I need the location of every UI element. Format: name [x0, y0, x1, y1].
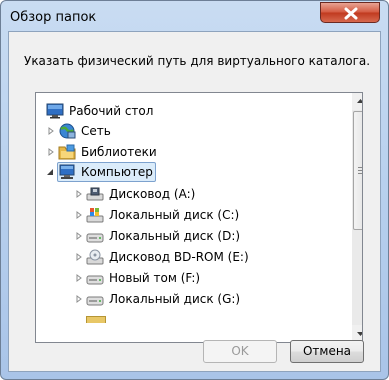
expand-arrow-icon[interactable] [75, 211, 83, 219]
tree-item-drive-c[interactable]: Локальный диск (C:) [36, 204, 352, 226]
tree-item-drive-a[interactable]: Дисковод (A:) [36, 183, 352, 205]
tree-item-computer[interactable]: Компьютер [36, 161, 352, 183]
expand-arrow-icon[interactable] [47, 148, 55, 156]
system-drive-icon [86, 208, 104, 223]
tree-item-drive-f[interactable]: Новый том (F:) [36, 267, 352, 289]
scroll-up-button[interactable] [352, 93, 362, 110]
partial-item-icon [86, 316, 106, 323]
expand-arrow-icon[interactable] [75, 232, 83, 240]
tree-item-label: Библиотеки [81, 145, 157, 159]
scroll-thumb[interactable] [353, 111, 362, 230]
tree-item-drive-g[interactable]: Локальный диск (G:) [36, 288, 352, 310]
title-bar[interactable]: Обзор папок [1, 1, 388, 33]
tree-item-label: Локальный диск (D:) [109, 229, 241, 243]
cancel-button[interactable]: Отмена [290, 340, 364, 363]
collapse-arrow-icon[interactable] [47, 168, 55, 176]
tree-item-label: Компьютер [81, 165, 153, 179]
tree-item-label: Дисковод BD-ROM (E:) [109, 250, 249, 264]
libraries-icon [58, 144, 76, 160]
tree-item-network[interactable]: Сеть [36, 120, 352, 142]
expand-arrow-icon[interactable] [75, 253, 83, 261]
tree-item-label: Сеть [81, 124, 111, 138]
tree-item-libraries[interactable]: Библиотеки [36, 141, 352, 163]
hard-drive-icon [86, 296, 104, 306]
expand-arrow-icon[interactable] [75, 295, 83, 303]
folder-tree[interactable]: Рабочий стол Сеть Библиотеки Компьютер Д… [35, 92, 363, 343]
hard-drive-icon [86, 233, 104, 243]
optical-drive-icon [86, 249, 104, 265]
tree-item-label: Локальный диск (G:) [109, 292, 241, 306]
arrow-up-icon [357, 99, 362, 103]
tree-item-label: Дисковод (A:) [109, 187, 196, 201]
hard-drive-icon [86, 275, 104, 285]
computer-icon [59, 164, 75, 179]
instruction-text: Указать физический путь для виртуального… [24, 54, 371, 68]
tree-item-label: Новый том (F:) [109, 271, 201, 285]
floppy-drive-icon [86, 187, 104, 201]
desktop-icon [46, 103, 64, 119]
tree-scrollbar[interactable] [352, 93, 362, 342]
close-icon [344, 7, 358, 20]
network-icon [59, 123, 76, 139]
dialog-body: Указать физический путь для виртуального… [8, 31, 381, 372]
expand-arrow-icon[interactable] [75, 190, 83, 198]
browse-folders-dialog: Обзор папок Указать физический путь для … [0, 0, 389, 380]
tree-item-label: Локальный диск (C:) [109, 208, 240, 222]
tree-item-label: Рабочий стол [69, 104, 154, 118]
tree-item-desktop[interactable]: Рабочий стол [36, 100, 352, 122]
window-title: Обзор папок [10, 10, 97, 25]
tree-item-drive-d[interactable]: Локальный диск (D:) [36, 225, 352, 247]
expand-arrow-icon[interactable] [47, 127, 55, 135]
ok-button[interactable]: OK [203, 340, 277, 363]
expand-arrow-icon[interactable] [75, 274, 83, 282]
close-button[interactable] [320, 2, 380, 23]
tree-item-drive-e[interactable]: Дисковод BD-ROM (E:) [36, 246, 352, 268]
